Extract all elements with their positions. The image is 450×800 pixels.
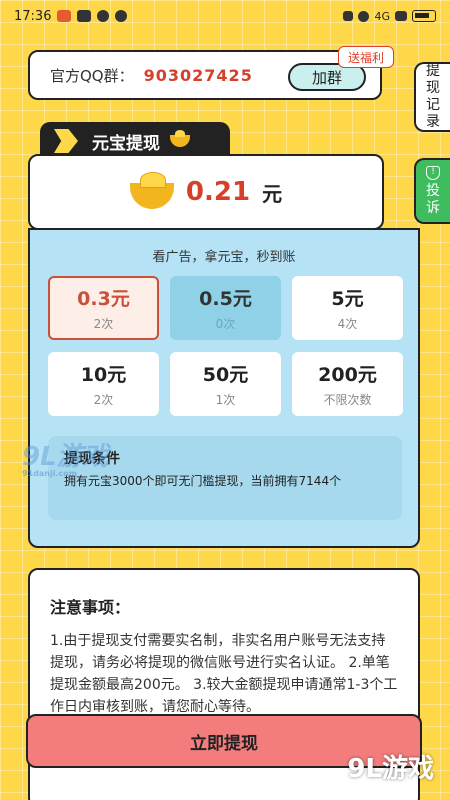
qq-group-label: 官方QQ群： [50,66,134,85]
qq-group-card: 官方QQ群： 903027425 加群 送福利 [28,46,394,100]
gift-tag: 送福利 [338,46,394,68]
notice-title: 注意事项： [50,598,131,617]
panel-hint: 看广告，拿元宝，秒到账 [152,250,296,265]
balance-card: 0.21 元 [28,154,384,230]
complain-label: 投诉 [426,182,440,216]
wifi-icon [358,10,370,22]
complain-tab[interactable]: ! 投诉 [414,158,450,224]
option-amount: 0.5元 [199,288,252,310]
notice-body: 1.由于提现支付需要实名制，非实名用户账号无法支持提现，请务必将提现的微信账号进… [50,633,398,715]
arrow-badge-icon [54,129,78,153]
withdraw-option-200[interactable]: 200元 不限次数 [292,352,403,416]
option-amount: 50元 [202,364,249,386]
option-count: 不限次数 [323,393,372,407]
status-bar: 17:36 4G [0,0,450,32]
withdraw-options-panel: 看广告，拿元宝，秒到账 0.3元 2次 0.5元 0次 5元 4次 10元 2次… [28,228,420,548]
shield-icon: ! [426,165,440,180]
browser-icon [115,10,128,22]
withdraw-option-10[interactable]: 10元 2次 [48,352,159,416]
withdraw-option-0.3[interactable]: 0.3元 2次 [48,276,159,340]
condition-text: 拥有元宝3000个即可无门槛提现，当前拥有7144个 [64,474,342,488]
bell-icon [97,10,110,22]
option-count: 2次 [93,317,114,331]
balance-value: 0.21 [185,177,251,207]
withdraw-option-5[interactable]: 5元 4次 [292,276,403,340]
option-amount: 5元 [331,288,364,310]
network-type: 4G [374,9,390,23]
withdraw-option-50[interactable]: 50元 1次 [170,352,281,416]
ingot-icon [170,130,190,147]
page-title: 元宝提现 [92,133,160,154]
app-notification-icon [57,10,72,22]
withdraw-records-label: 提现记录 [426,63,440,130]
qq-group-number[interactable]: 903027425 [144,66,253,85]
option-count: 2次 [93,393,114,407]
option-amount: 0.3元 [77,288,130,310]
option-count: 1次 [215,393,236,407]
option-amount: 10元 [80,364,127,386]
watermark-brand: 9L游戏 [22,442,109,472]
withdraw-option-0.5[interactable]: 0.5元 0次 [170,276,281,340]
watermark-logo: 9L游戏 91danji.com [22,436,109,478]
withdraw-records-tab[interactable]: 提现记录 [414,62,450,132]
battery-icon [412,10,436,22]
watermark-brand-corner: 9L游戏 [347,754,434,784]
balance-unit: 元 [262,181,283,206]
signal-icon [395,11,407,21]
message-icon [77,10,92,22]
option-count: 4次 [337,317,358,331]
condition-title: 提现条件 [64,451,120,467]
option-count: 0次 [215,317,236,331]
option-amount: 200元 [318,364,377,386]
vibrate-icon [343,11,354,21]
status-time: 17:36 [14,8,52,24]
watermark-logo-corner: 9L游戏 91danji.com [347,748,434,791]
gold-ingot-icon [129,172,174,209]
